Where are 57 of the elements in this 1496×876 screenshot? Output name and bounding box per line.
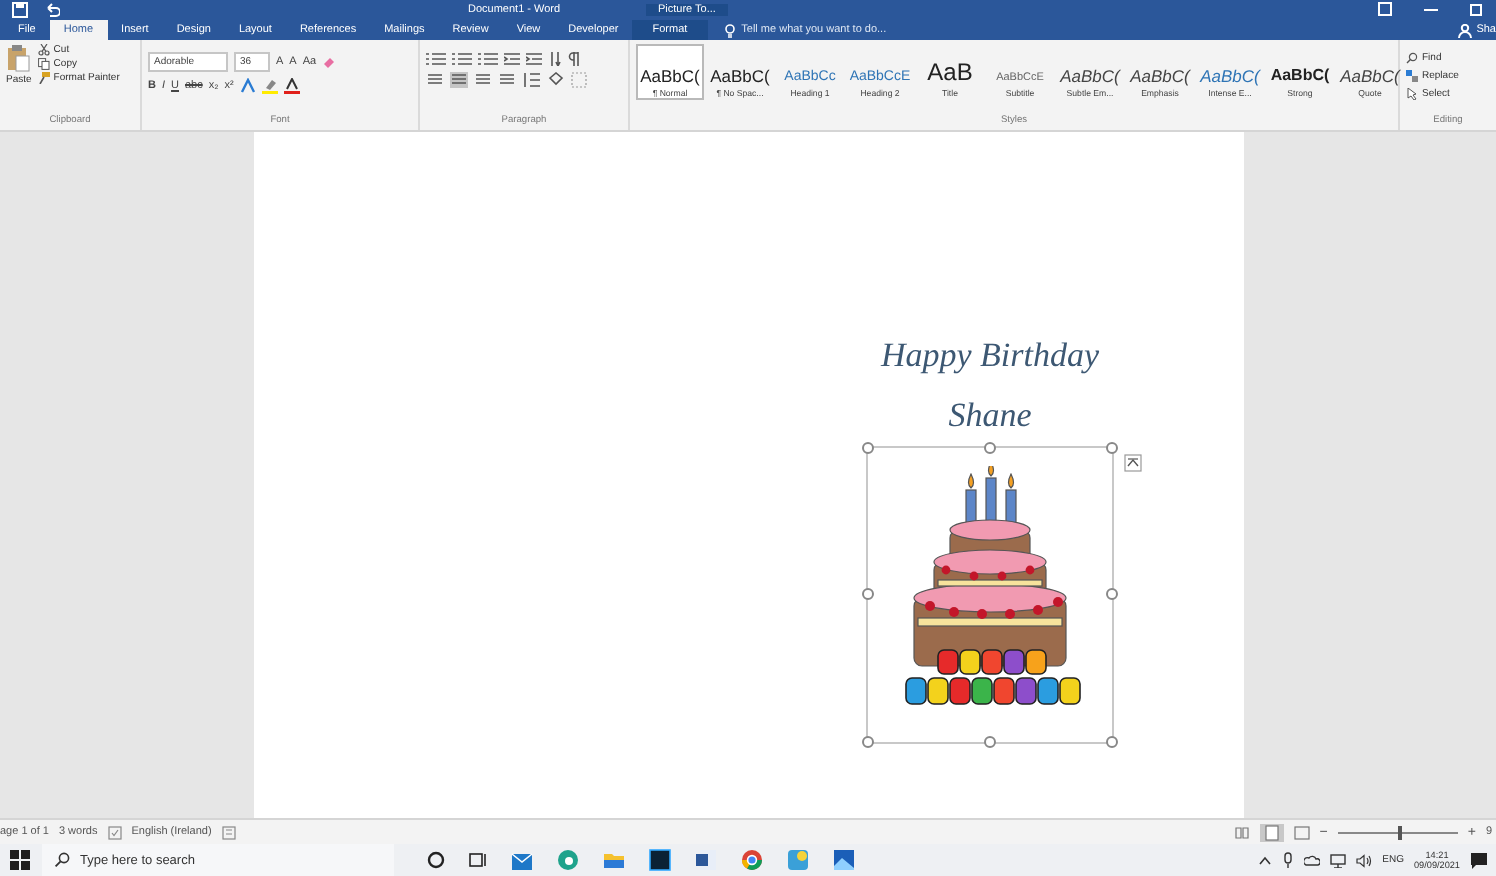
mail-icon[interactable] xyxy=(510,848,534,872)
browser-icon[interactable] xyxy=(556,848,580,872)
ribbon-options-icon[interactable] xyxy=(1378,2,1392,16)
search-icon xyxy=(54,852,70,868)
print-layout-icon[interactable] xyxy=(1259,823,1284,841)
align-icon[interactable] xyxy=(498,72,516,88)
task-view-icon[interactable] xyxy=(468,850,488,870)
sort-icon[interactable] xyxy=(548,52,562,66)
copy-icon xyxy=(37,58,50,70)
indent-icon[interactable] xyxy=(526,52,542,66)
chrome-icon[interactable] xyxy=(740,848,764,872)
align-icon[interactable] xyxy=(426,72,444,88)
proofing-icon[interactable] xyxy=(107,825,122,839)
app-icon[interactable] xyxy=(786,848,810,872)
document-text: Shane xyxy=(948,394,1032,438)
restore-icon[interactable] xyxy=(1470,2,1484,16)
list-icon[interactable] xyxy=(426,52,446,66)
resize-handle[interactable] xyxy=(862,588,874,600)
resize-handle[interactable] xyxy=(984,736,996,748)
chevron-up-icon[interactable] xyxy=(1258,855,1273,865)
read-mode-icon[interactable] xyxy=(1233,825,1250,839)
pilcrow-icon[interactable] xyxy=(568,52,580,66)
notification-icon[interactable] xyxy=(1470,851,1488,869)
line-spacing-icon[interactable] xyxy=(522,72,540,88)
document-app-icon[interactable] xyxy=(694,848,718,872)
undo-icon[interactable] xyxy=(44,1,60,17)
resize-handle[interactable] xyxy=(1106,442,1118,454)
eraser-icon[interactable] xyxy=(322,55,337,69)
resize-handle[interactable] xyxy=(862,736,874,748)
folder-icon[interactable] xyxy=(602,848,626,872)
resize-handle[interactable] xyxy=(1106,588,1118,600)
resize-handle[interactable] xyxy=(984,442,996,454)
scissors-icon xyxy=(37,44,50,56)
replace-icon xyxy=(1406,70,1418,82)
selected-picture[interactable] xyxy=(866,446,1114,744)
circle-icon[interactable] xyxy=(426,850,446,870)
layout-options-icon[interactable] xyxy=(1124,454,1142,472)
zoom-slider-thumb[interactable] xyxy=(1397,825,1402,839)
document-text: Happy Birthday xyxy=(880,334,1100,378)
cursor-icon xyxy=(1406,88,1418,100)
paintbrush-icon xyxy=(37,72,50,84)
search-icon xyxy=(1406,52,1418,64)
microphone-icon[interactable] xyxy=(1282,852,1295,868)
start-icon[interactable] xyxy=(10,850,30,870)
indent-icon[interactable] xyxy=(504,52,520,66)
align-icon[interactable] xyxy=(474,72,492,88)
list-icon[interactable] xyxy=(452,52,472,66)
speaker-icon[interactable] xyxy=(1356,853,1373,867)
list-icon[interactable] xyxy=(478,52,498,66)
save-icon[interactable] xyxy=(12,1,28,17)
photos-icon[interactable] xyxy=(832,848,856,872)
cloud-icon[interactable] xyxy=(1304,854,1321,866)
resize-handle[interactable] xyxy=(1106,736,1118,748)
align-icon[interactable] xyxy=(450,72,468,88)
network-icon[interactable] xyxy=(1330,853,1347,867)
resize-handle[interactable] xyxy=(862,442,874,454)
font-color-icon[interactable] xyxy=(283,78,300,94)
